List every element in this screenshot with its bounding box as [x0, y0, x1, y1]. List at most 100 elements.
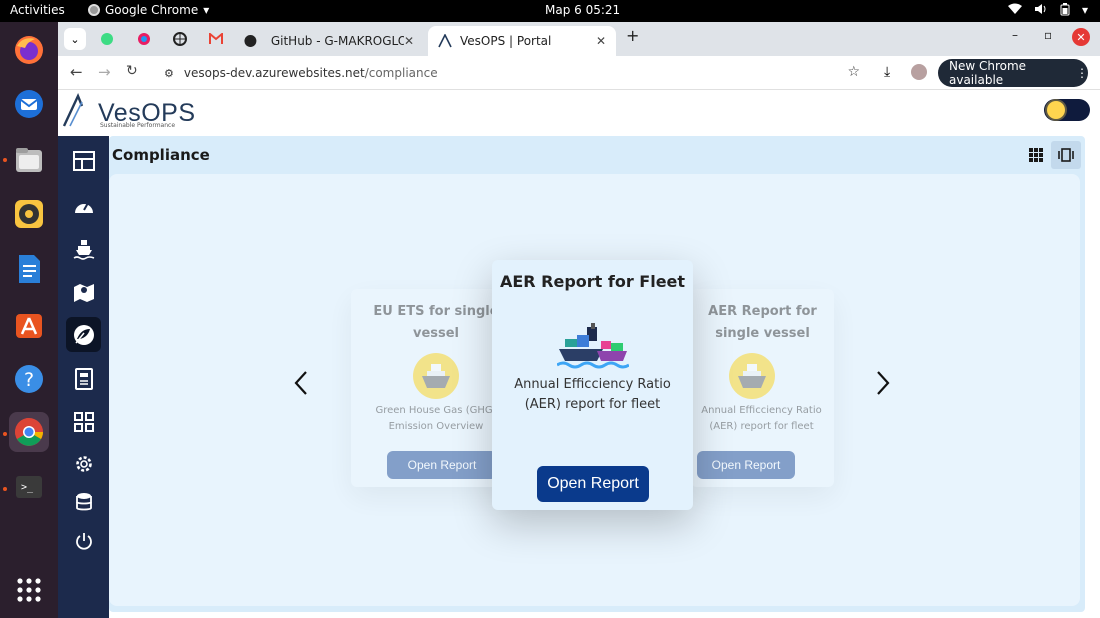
close-window-button[interactable]: ✕ [1072, 28, 1090, 46]
sidebar-item-settings[interactable] [66, 446, 101, 481]
vesops-app: VesOPS Sustainable Performance Complianc… [58, 90, 1100, 618]
grid-icon [73, 411, 94, 432]
globe-leaf-icon [73, 324, 94, 345]
theme-toggle[interactable] [1044, 99, 1090, 121]
new-tab-button[interactable]: + [626, 26, 639, 45]
chevron-down-icon: ▾ [1081, 3, 1088, 17]
fleet-ships-icon [555, 321, 630, 369]
help-icon[interactable]: ? [9, 359, 49, 399]
carousel-view-icon [1058, 148, 1074, 162]
dock: ? >_ [0, 22, 58, 618]
clock[interactable]: Мар 6 05:21 [545, 3, 620, 17]
back-button[interactable]: ← [70, 63, 83, 81]
vesops-logo[interactable]: VesOPS Sustainable Performance [62, 92, 196, 129]
app-menu-label: Google Chrome [105, 3, 199, 17]
sidebar-item-database[interactable] [66, 484, 101, 519]
sidebar-item-reports[interactable] [66, 361, 101, 396]
battery-icon [1060, 3, 1070, 19]
pinned-tab[interactable] [133, 28, 155, 50]
close-icon[interactable]: ✕ [404, 34, 414, 48]
profile-avatar[interactable] [911, 64, 927, 80]
rhythmbox-icon[interactable] [9, 194, 49, 234]
sidebar-item-voyages[interactable] [66, 274, 101, 309]
update-label: New Chrome available [949, 59, 1027, 87]
carousel-next-button[interactable] [875, 370, 891, 403]
ship-badge-icon [413, 353, 459, 399]
show-apps-icon[interactable] [9, 570, 49, 610]
thunderbird-icon[interactable] [9, 84, 49, 124]
terminal-icon[interactable]: >_ [9, 467, 49, 507]
chevron-down-icon: ⌄ [70, 32, 80, 46]
report-icon [74, 367, 93, 390]
card-title: AER Report for single vessel [708, 304, 817, 341]
carousel-prev-button[interactable] [293, 370, 309, 403]
gear-icon [75, 455, 92, 472]
grid-view-button[interactable] [1021, 141, 1051, 169]
ship-icon [73, 239, 94, 260]
sidebar-item-compliance[interactable] [66, 317, 101, 352]
ship-badge-icon [729, 353, 775, 399]
volume-icon [1034, 3, 1048, 19]
restore-button[interactable]: ▫ [1044, 28, 1052, 42]
tab-github[interactable]: GitHub - G-MAKROGLOU ✕ [234, 26, 424, 56]
chrome-icon[interactable] [9, 412, 49, 452]
card-title: AER Report for Fleet [499, 272, 686, 291]
sidebar-item-logout[interactable] [66, 523, 101, 558]
pinned-tab[interactable] [205, 28, 227, 50]
chevron-down-icon: ▾ [203, 3, 210, 17]
app-menu[interactable]: Google Chrome ▾ [88, 3, 209, 17]
url-domain: vesops-dev.azurewebsites.net [183, 66, 365, 80]
tab-label: VesOPS | Portal [460, 34, 552, 48]
vesops-icon [438, 34, 452, 48]
main-content: Compliance EU ETS for single vessel Gree… [109, 136, 1085, 612]
address-bar[interactable]: ⚙ vesops-dev.azurewebsites.net/complianc… [150, 59, 870, 87]
download-icon[interactable]: ⤓ [884, 64, 890, 80]
report-carousel: EU ETS for single vessel Green House Gas … [109, 174, 1080, 606]
view-toggle [1021, 141, 1081, 169]
minimize-button[interactable]: – [1012, 28, 1018, 42]
reload-button[interactable]: ↻ [126, 63, 138, 79]
tab-strip: ⌄ GitHub - G-MAKROGLOU ✕ VesOPS | Portal… [58, 22, 1100, 56]
open-report-button[interactable]: Open Report [537, 466, 649, 502]
pinned-tab[interactable] [96, 28, 118, 50]
pinned-tab[interactable] [169, 28, 191, 50]
sidebar-item-apps[interactable] [66, 404, 101, 439]
logo-mark-icon [62, 92, 84, 127]
wifi-icon [1007, 3, 1022, 19]
activities-button[interactable]: Activities [10, 3, 65, 17]
chevron-left-icon [294, 371, 307, 395]
chrome-icon [88, 4, 100, 16]
open-report-button[interactable]: Open Report [697, 451, 795, 479]
app-center-icon[interactable] [9, 304, 49, 344]
forward-button[interactable]: → [98, 63, 111, 81]
kebab-menu-icon: ⋮ [1076, 66, 1088, 80]
card-description: Annual Efficciency Ratio (AER) report for… [514, 377, 671, 412]
close-icon[interactable]: ✕ [596, 34, 606, 48]
open-report-button[interactable]: Open Report [387, 451, 497, 479]
map-icon [73, 283, 94, 302]
system-top-bar: Activities Google Chrome ▾ Мар 6 05:21 ▾ [0, 0, 1100, 22]
report-card-aer-fleet: AER Report for Fleet Annual Efficciency … [492, 260, 693, 510]
url-path: /compliance [364, 66, 438, 80]
site-info-icon[interactable]: ⚙ [164, 67, 174, 80]
bookmark-star-icon[interactable]: ☆ [847, 64, 860, 80]
dashboard-icon [72, 150, 95, 171]
firefox-icon[interactable] [9, 30, 49, 70]
power-icon [75, 532, 92, 550]
running-indicator [3, 487, 7, 491]
sidebar-item-performance[interactable] [66, 188, 101, 223]
update-chrome-button[interactable]: New Chrome available ⋮ [938, 59, 1088, 87]
carousel-view-button[interactable] [1051, 141, 1081, 169]
sidebar-item-fleet[interactable] [66, 231, 101, 266]
card-description: Annual Efficciency Ratio (AER) report for… [701, 405, 822, 432]
logo-tagline: Sustainable Performance [100, 122, 176, 129]
sidebar-item-dashboard[interactable] [66, 143, 101, 178]
tab-label: GitHub - G-MAKROGLOU [270, 34, 404, 48]
system-tray[interactable]: ▾ [1007, 3, 1088, 19]
gauge-icon [74, 202, 93, 213]
tab-search-button[interactable]: ⌄ [64, 28, 86, 50]
files-icon[interactable] [9, 140, 49, 180]
tab-vesops[interactable]: VesOPS | Portal ✕ [428, 26, 616, 56]
writer-icon[interactable] [9, 249, 49, 289]
running-indicator [3, 158, 7, 162]
